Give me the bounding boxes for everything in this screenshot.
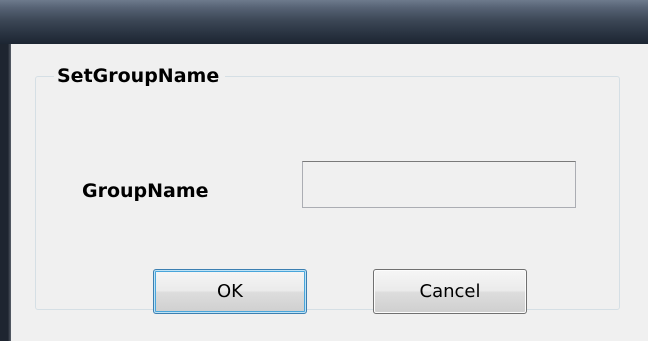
- group-name-label: GroupName: [82, 180, 209, 202]
- cancel-button-label: Cancel: [419, 281, 481, 302]
- ok-button[interactable]: OK: [153, 269, 307, 314]
- cancel-button[interactable]: Cancel: [373, 269, 527, 314]
- groupbox-title: SetGroupName: [54, 64, 226, 88]
- window-frame-left-edge: [0, 44, 11, 341]
- set-group-name-groupbox: SetGroupName GroupName OK Cancel: [35, 64, 620, 314]
- dialog-client-area: SetGroupName GroupName OK Cancel: [11, 44, 648, 341]
- group-name-input[interactable]: [302, 161, 576, 208]
- ok-button-label: OK: [217, 281, 243, 302]
- title-bar[interactable]: [0, 0, 648, 44]
